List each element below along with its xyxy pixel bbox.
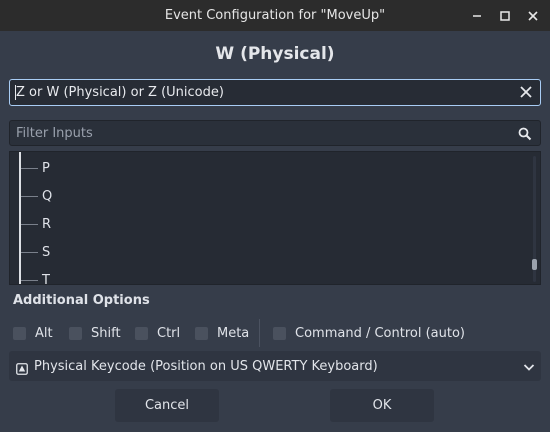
checkbox-box[interactable] <box>13 326 26 340</box>
filter-inputs-field[interactable]: Filter Inputs <box>9 120 541 146</box>
window-title: Event Configuration for "MoveUp" <box>164 8 386 23</box>
keycode-type-select[interactable]: Physical Keycode (Position on US QWERTY … <box>9 351 541 381</box>
input-tree[interactable]: P Q R S T <box>9 151 541 285</box>
tree-item-label: S <box>42 244 51 260</box>
checkbox-box[interactable] <box>273 326 286 340</box>
ok-button[interactable]: OK <box>330 389 434 422</box>
tree-item[interactable]: P <box>21 158 50 178</box>
event-heading: W (Physical) <box>215 44 335 64</box>
maximize-icon[interactable] <box>498 9 512 23</box>
event-input-value: Z or W (Physical) or Z (Unicode) <box>16 85 224 100</box>
tree-item[interactable]: R <box>21 214 51 234</box>
event-input-field[interactable]: Z or W (Physical) or Z (Unicode) <box>9 79 541 106</box>
chevron-down-icon <box>522 359 536 373</box>
shift-checkbox[interactable]: Shift <box>69 322 121 344</box>
tree-item[interactable]: S <box>21 242 50 262</box>
checkbox-box[interactable] <box>195 326 208 340</box>
window-controls <box>470 0 540 31</box>
checkbox-box[interactable] <box>135 326 148 340</box>
additional-options-heading: Additional Options <box>13 293 150 308</box>
options-divider <box>259 319 260 347</box>
checkbox-box[interactable] <box>69 326 82 340</box>
tree-item-label: Q <box>42 188 53 204</box>
ctrl-checkbox[interactable]: Ctrl <box>135 322 180 344</box>
cancel-button[interactable]: Cancel <box>115 389 219 422</box>
window-titlebar: Event Configuration for "MoveUp" <box>0 0 550 31</box>
tree-item-label: P <box>42 160 50 176</box>
tree-item[interactable]: T <box>21 270 50 285</box>
keyboard-physical-icon <box>16 360 28 375</box>
tree-item[interactable]: Q <box>21 186 52 206</box>
tree-item-label: T <box>42 272 50 285</box>
clear-icon[interactable] <box>518 84 534 100</box>
minimize-icon[interactable] <box>470 9 484 23</box>
tree-scrollbar-thumb[interactable] <box>532 259 537 270</box>
search-icon <box>518 126 532 141</box>
filter-placeholder: Filter Inputs <box>16 125 93 141</box>
close-icon[interactable] <box>526 9 540 23</box>
keycode-type-value: Physical Keycode (Position on US QWERTY … <box>34 358 378 374</box>
alt-checkbox[interactable]: Alt <box>13 322 53 344</box>
command-control-checkbox[interactable]: Command / Control (auto) <box>273 322 465 344</box>
meta-checkbox[interactable]: Meta <box>195 322 249 344</box>
tree-item-label: R <box>42 216 52 232</box>
modifier-options: Alt Shift Ctrl Meta Command / Control (a… <box>13 319 543 347</box>
